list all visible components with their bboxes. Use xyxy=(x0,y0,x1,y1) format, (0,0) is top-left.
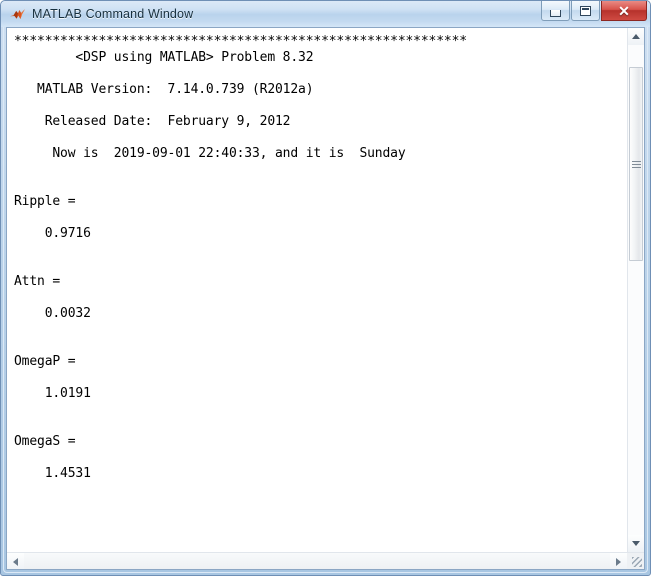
arrow-left-icon xyxy=(13,557,18,566)
arrow-down-icon xyxy=(632,541,640,546)
arrow-right-icon xyxy=(616,557,621,566)
matlab-membrane-icon xyxy=(9,7,26,24)
scroll-right-button[interactable] xyxy=(610,553,627,569)
window-controls: ✕ xyxy=(540,1,647,22)
scroll-grip-icon xyxy=(631,160,641,168)
horizontal-scrollbar[interactable] xyxy=(7,552,644,569)
scroll-down-button[interactable] xyxy=(628,535,644,552)
resize-grip-icon[interactable] xyxy=(627,553,644,569)
close-icon: ✕ xyxy=(618,2,630,19)
scroll-up-button[interactable] xyxy=(628,28,644,45)
command-output-text: ****************************************… xyxy=(14,34,467,481)
maximize-button[interactable] xyxy=(571,1,600,21)
vertical-scroll-thumb[interactable] xyxy=(629,67,643,261)
horizontal-scroll-track[interactable] xyxy=(24,553,610,569)
minimize-icon xyxy=(550,10,561,17)
vertical-scroll-track[interactable] xyxy=(628,45,644,535)
command-output-pane[interactable]: ****************************************… xyxy=(7,28,627,552)
close-button[interactable]: ✕ xyxy=(601,1,647,21)
matlab-command-window: MATLAB Command Window ✕ ****************… xyxy=(0,0,651,576)
title-bar[interactable]: MATLAB Command Window ✕ xyxy=(1,1,650,27)
arrow-up-icon xyxy=(632,34,640,39)
scroll-left-button[interactable] xyxy=(7,553,24,569)
client-area: ****************************************… xyxy=(6,27,645,570)
command-area-row: ****************************************… xyxy=(7,28,644,552)
maximize-icon xyxy=(580,5,591,16)
window-title: MATLAB Command Window xyxy=(32,7,194,21)
vertical-scrollbar[interactable] xyxy=(627,28,644,552)
minimize-button[interactable] xyxy=(541,1,570,21)
